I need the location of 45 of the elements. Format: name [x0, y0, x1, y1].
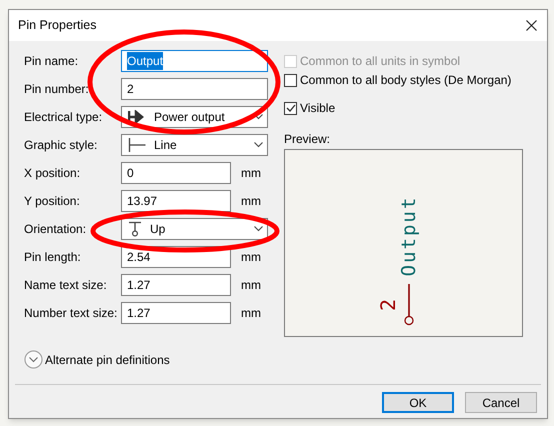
field-label: Graphic style: — [24, 137, 98, 154]
unit-label: mm — [241, 249, 261, 266]
preview-label: Preview: — [284, 131, 332, 148]
unit-label: mm — [241, 165, 261, 182]
dialog-button[interactable]: OK — [382, 392, 454, 413]
text-field[interactable]: Output — [121, 50, 268, 72]
field-label: Name text size: — [24, 277, 108, 294]
field-label: Orientation: — [24, 221, 88, 238]
field-label: Pin length: — [24, 249, 82, 266]
text-field[interactable]: 2 — [121, 78, 268, 100]
check-icon — [286, 104, 296, 112]
window-title: Pin Properties — [18, 17, 97, 34]
chevron-down-icon — [254, 226, 263, 232]
field-label: Electrical type: — [24, 109, 104, 126]
pin-up-icon — [128, 221, 142, 237]
field-label: X position: — [24, 165, 82, 182]
close-icon[interactable] — [526, 20, 537, 31]
dropdown[interactable]: Line — [121, 134, 268, 156]
checkbox[interactable] — [284, 102, 297, 114]
pin-line-icon — [128, 138, 146, 152]
checkbox[interactable] — [284, 74, 297, 86]
pin-symbol-drawing — [404, 283, 414, 326]
number-field[interactable]: 0 — [121, 162, 231, 184]
field-label: Pin number: — [24, 81, 90, 98]
chevron-down-icon — [254, 142, 263, 148]
unit-label: mm — [241, 277, 261, 294]
expander-toggle[interactable]: Alternate pin definitions — [24, 350, 170, 369]
expand-circle-icon — [24, 350, 43, 369]
field-label: Y position: — [24, 193, 81, 210]
pin-name-text: Output — [400, 196, 418, 276]
dropdown[interactable]: Up — [121, 218, 268, 240]
dialog-button[interactable]: Cancel — [465, 392, 537, 413]
unit-label: mm — [241, 305, 261, 322]
number-field[interactable]: 1.27 — [121, 274, 231, 296]
chevron-down-icon — [254, 114, 263, 120]
checkbox-label: Visible — [300, 100, 336, 117]
number-field[interactable]: 13.97 — [121, 190, 231, 212]
field-label: Number text size: — [24, 305, 118, 322]
number-field[interactable]: 1.27 — [121, 302, 231, 324]
pin-number-text: 2 — [378, 298, 398, 312]
field-label: Pin name: — [24, 53, 80, 70]
checkbox-label: Common to all units in symbol — [300, 53, 460, 70]
arrow-icon — [128, 110, 146, 124]
checkbox-label: Common to all body styles (De Morgan) — [300, 72, 512, 89]
unit-label: mm — [241, 193, 261, 210]
